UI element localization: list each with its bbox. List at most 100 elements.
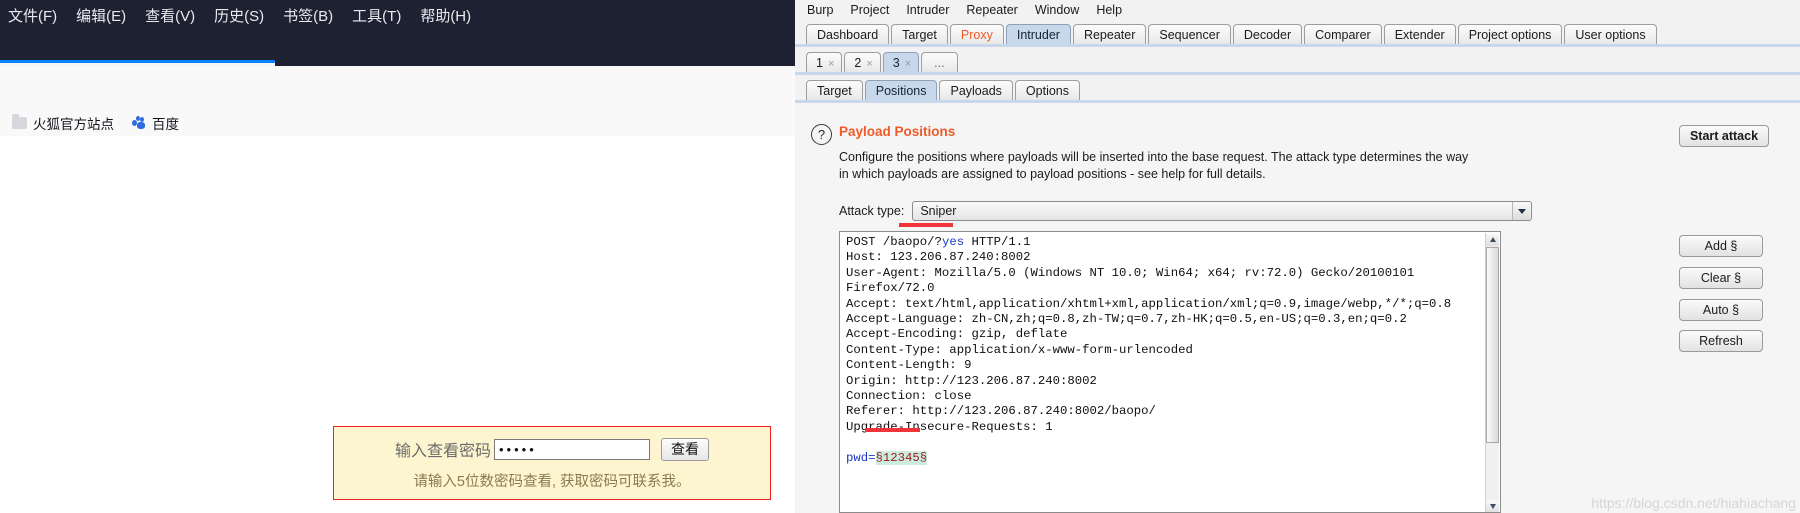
burp-sub-tabs: Target Positions Payloads Options [795, 78, 1800, 101]
request-query-highlight: yes [941, 235, 965, 249]
request-header-user-agent: User-Agent: Mozilla/5.0 (Windows NT 10.0… [846, 265, 1415, 280]
chevron-down-icon[interactable] [1512, 202, 1531, 220]
attack-tab-label: 3 [892, 56, 900, 70]
page-viewport: 输入查看密码 查看 请输入5位数密码查看, 获取密码可联系我。 [0, 136, 795, 513]
screenshot-root: 文件(F) 编辑(E) 查看(V) 历史(S) 书签(B) 工具(T) 帮助(H… [0, 0, 1800, 513]
bookmark-label: 百度 [152, 117, 179, 132]
request-header-content-length: Content-Length: 9 [846, 358, 972, 373]
tab-decoder[interactable]: Decoder [1232, 24, 1303, 45]
request-header-accept-encoding: Accept-Encoding: gzip, deflate [846, 327, 1068, 342]
annotation-underline-sniper [899, 223, 953, 227]
menu-tools[interactable]: 工具(T) [352, 5, 401, 26]
burp-attack-tabs: 1 × 2 × 3 × ... [795, 50, 1800, 73]
annotation-underline-payload [865, 428, 920, 432]
firefox-window: 文件(F) 编辑(E) 查看(V) 历史(S) 书签(B) 工具(T) 帮助(H… [0, 0, 795, 513]
view-button[interactable]: 查看 [661, 437, 709, 461]
section-description: Configure the positions where payloads w… [839, 150, 1469, 181]
attack-tab-more[interactable]: ... [921, 52, 958, 73]
close-icon[interactable]: × [866, 58, 872, 70]
password-form-row: 输入查看密码 查看 [334, 437, 770, 461]
tab-dashboard[interactable]: Dashboard [806, 24, 890, 45]
attack-tab-label: 1 [816, 56, 823, 70]
close-icon[interactable]: × [828, 58, 834, 70]
burp-menu-intruder[interactable]: Intruder [906, 3, 949, 17]
tab-sequencer[interactable]: Sequencer [1148, 24, 1231, 45]
watermark: https://blog.csdn.net/hiahiachang [1591, 495, 1796, 511]
request-line-1c: HTTP/1.1 [964, 235, 1031, 249]
bookmark-label: 火狐官方站点 [33, 117, 114, 132]
tab-comparer[interactable]: Comparer [1304, 24, 1382, 45]
bookmark-baidu[interactable]: 百度 [132, 113, 179, 133]
firefox-navbar: ← → ✕ ⌂ ⛨ ⚷ 123.206.87.240:8002/baopo/ [0, 66, 795, 172]
burp-main-tabs: Dashboard Target Proxy Intruder Repeater… [795, 21, 1800, 45]
tab-proxy[interactable]: Proxy [949, 24, 1004, 45]
request-line-1a: POST /baopo/? [846, 235, 942, 249]
request-header-accept-language: Accept-Language: zh-CN,zh;q=0.8,zh-TW;q=… [846, 312, 1407, 327]
firefox-tabstrip: 请输入密码 [0, 30, 795, 96]
start-attack-button[interactable]: Start attack [1679, 125, 1769, 147]
clear-markers-button[interactable]: Clear § [1679, 267, 1763, 289]
tab-user-options[interactable]: User options [1564, 24, 1657, 45]
menu-file[interactable]: 文件(F) [8, 5, 57, 26]
menu-help[interactable]: 帮助(H) [420, 5, 471, 26]
attack-tab-2[interactable]: 2 × [844, 52, 881, 73]
bookmark-firefox-site[interactable]: 火狐官方站点 [12, 113, 114, 133]
subtab-options[interactable]: Options [1014, 80, 1081, 101]
attack-tab-label: 2 [854, 56, 862, 70]
folder-icon [12, 114, 27, 129]
request-header-origin: Origin: http://123.206.87.240:8002 [846, 373, 1097, 388]
subtab-target[interactable]: Target [806, 80, 863, 101]
attack-type-row: Attack type: Sniper [839, 201, 1533, 221]
password-input[interactable] [494, 438, 650, 460]
subtab-payloads[interactable]: Payloads [939, 80, 1013, 101]
scroll-down-button[interactable] [1486, 500, 1499, 512]
bookmarks-bar: 火狐官方站点 百度 [0, 110, 795, 136]
password-hint: 请输入5位数密码查看, 获取密码可联系我。 [413, 474, 691, 490]
tab-intruder[interactable]: Intruder [1005, 24, 1071, 45]
baidu-paw-icon [132, 116, 146, 130]
help-icon[interactable]: ? [811, 124, 832, 145]
positions-panel: ? Payload Positions Configure the positi… [795, 103, 1800, 513]
password-form-panel: 输入查看密码 查看 请输入5位数密码查看, 获取密码可联系我。 [333, 426, 771, 500]
tab-project-options[interactable]: Project options [1457, 24, 1563, 45]
add-marker-button[interactable]: Add § [1679, 235, 1763, 257]
request-editor[interactable]: POST /baopo/?yes HTTP/1.1 Host: 123.206.… [839, 231, 1501, 513]
menu-edit[interactable]: 编辑(E) [76, 5, 126, 26]
tab-extender[interactable]: Extender [1383, 24, 1456, 45]
request-scrollbar[interactable] [1485, 233, 1499, 512]
scrollbar-thumb[interactable] [1486, 247, 1499, 443]
burp-menu-window[interactable]: Window [1035, 3, 1079, 17]
burp-menubar: Burp Project Intruder Repeater Window He… [795, 0, 1800, 19]
burp-menu-repeater[interactable]: Repeater [966, 3, 1017, 17]
request-header-accept: Accept: text/html,application/xhtml+xml,… [846, 296, 1452, 311]
menu-bookmarks[interactable]: 书签(B) [283, 5, 333, 26]
auto-markers-button[interactable]: Auto § [1679, 299, 1763, 321]
request-header-user-agent-cont: Firefox/72.0 [846, 281, 935, 296]
payload-position-marker: §12345§ [875, 450, 928, 465]
menu-history[interactable]: 历史(S) [214, 5, 264, 26]
close-icon[interactable]: × [905, 58, 911, 70]
refresh-button[interactable]: Refresh [1679, 330, 1763, 352]
attack-type-select[interactable]: Sniper [912, 201, 1533, 221]
request-header-connection: Connection: close [846, 389, 972, 404]
request-header-content-type: Content-Type: application/x-www-form-url… [846, 342, 1193, 357]
menu-view[interactable]: 查看(V) [145, 5, 195, 26]
attack-tab-1[interactable]: 1 × [806, 52, 843, 73]
burp-menu-project[interactable]: Project [850, 3, 889, 17]
tab-repeater[interactable]: Repeater [1072, 24, 1147, 45]
attack-type-value: Sniper [920, 204, 957, 218]
request-header-host: Host: 123.206.87.240:8002 [846, 250, 1031, 265]
burp-menu-burp[interactable]: Burp [807, 3, 833, 17]
attack-tab-3[interactable]: 3 × [882, 52, 920, 73]
tab-underline [795, 44, 1800, 47]
scroll-up-button[interactable] [1486, 233, 1499, 246]
burp-menu-help[interactable]: Help [1096, 3, 1122, 17]
request-text[interactable]: POST /baopo/?yes HTTP/1.1 Host: 123.206.… [846, 235, 1486, 466]
request-header-referer: Referer: http://123.206.87.240:8002/baop… [846, 404, 1156, 419]
tab-target[interactable]: Target [891, 24, 948, 45]
firefox-menubar: 文件(F) 编辑(E) 查看(V) 历史(S) 书签(B) 工具(T) 帮助(H… [0, 0, 795, 30]
request-body-key: pwd= [846, 450, 876, 465]
burp-suite-window: Burp Project Intruder Repeater Window He… [795, 0, 1800, 513]
subtab-positions[interactable]: Positions [864, 80, 938, 101]
password-label: 输入查看密码 [394, 443, 491, 460]
